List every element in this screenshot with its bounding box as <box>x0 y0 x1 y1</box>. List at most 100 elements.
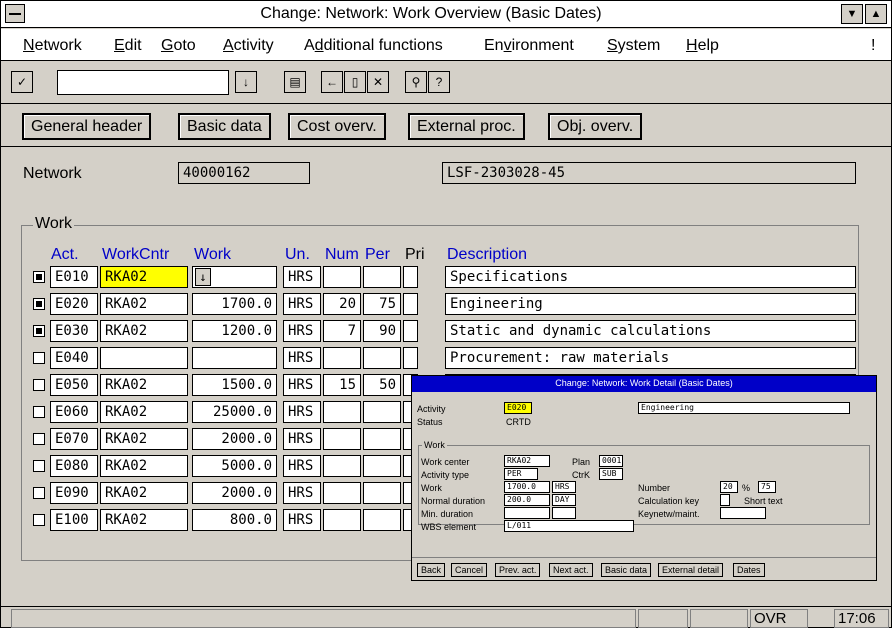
number-cell[interactable]: 20 <box>323 293 361 315</box>
row-select-checkbox[interactable] <box>33 325 45 337</box>
percent-cell[interactable] <box>363 401 401 423</box>
unit-cell[interactable]: HRS <box>283 320 321 342</box>
popup-ctrk-field[interactable]: SUB <box>599 468 623 480</box>
percent-cell[interactable] <box>363 482 401 504</box>
activity-cell[interactable]: E060 <box>50 401 98 423</box>
work-cell[interactable]: 2000.0 <box>192 428 277 450</box>
workcenter-cell[interactable]: RKA02 <box>100 455 188 477</box>
priority-cell[interactable] <box>403 293 418 315</box>
basic-data-button[interactable]: Basic data <box>178 113 271 140</box>
number-cell[interactable] <box>323 428 361 450</box>
popup-back-button[interactable]: Back <box>417 563 446 577</box>
workcenter-cell[interactable]: RKA02 <box>100 482 188 504</box>
description-cell[interactable]: Static and dynamic calculations <box>445 320 856 342</box>
popup-percent-field[interactable]: 75 <box>758 481 776 493</box>
popup-min-duration-field[interactable] <box>504 507 550 519</box>
priority-cell[interactable] <box>403 347 418 369</box>
menu-additional-functions[interactable]: Additional functions <box>304 37 443 55</box>
popup-activity-field[interactable]: E020 <box>504 402 532 414</box>
activity-cell[interactable]: E090 <box>50 482 98 504</box>
description-cell[interactable]: Engineering <box>445 293 856 315</box>
activity-cell[interactable]: E100 <box>50 509 98 531</box>
number-cell[interactable] <box>323 347 361 369</box>
percent-cell[interactable] <box>363 509 401 531</box>
popup-work-center-field[interactable]: RKA02 <box>504 455 550 467</box>
external-proc-button[interactable]: External proc. <box>408 113 525 140</box>
popup-activity-type-field[interactable]: PER <box>504 468 538 480</box>
command-history-dropdown-icon[interactable]: ↓ <box>235 71 257 93</box>
activity-cell[interactable]: E020 <box>50 293 98 315</box>
work-cell[interactable]: 1200.0 <box>192 320 277 342</box>
popup-normal-duration-field[interactable]: 200.0 <box>504 494 550 506</box>
popup-work-unit-field[interactable]: HRS <box>552 481 576 493</box>
popup-cancel-button[interactable]: Cancel <box>451 563 488 577</box>
unit-cell[interactable]: HRS <box>283 374 321 396</box>
possible-entries-dropdown-icon[interactable]: ↓ <box>195 268 211 286</box>
work-cell[interactable]: 25000.0 <box>192 401 277 423</box>
work-cell[interactable]: ↓ <box>192 266 277 288</box>
unit-cell[interactable]: HRS <box>283 428 321 450</box>
activity-cell[interactable]: E010 <box>50 266 98 288</box>
row-select-checkbox[interactable] <box>33 352 45 364</box>
unit-cell[interactable]: HRS <box>283 455 321 477</box>
enter-checkmark-icon[interactable]: ✓ <box>11 71 33 93</box>
work-cell[interactable]: 1700.0 <box>192 293 277 315</box>
unit-cell[interactable]: HRS <box>283 266 321 288</box>
work-cell[interactable]: 1500.0 <box>192 374 277 396</box>
popup-dates-button[interactable]: Dates <box>733 563 765 577</box>
percent-cell[interactable]: 50 <box>363 374 401 396</box>
popup-keynetw-field[interactable] <box>720 507 766 519</box>
work-cell[interactable]: 2000.0 <box>192 482 277 504</box>
unit-cell[interactable]: HRS <box>283 509 321 531</box>
work-cell[interactable]: 5000.0 <box>192 455 277 477</box>
popup-next-act-button[interactable]: Next act. <box>549 563 593 577</box>
description-cell[interactable]: Specifications <box>445 266 856 288</box>
popup-plan-field[interactable]: 0001 <box>599 455 623 467</box>
save-icon[interactable]: ▤ <box>284 71 306 93</box>
work-cell[interactable]: 800.0 <box>192 509 277 531</box>
back-arrow-icon[interactable]: ← <box>321 71 343 93</box>
popup-calculation-key-field[interactable] <box>720 494 730 506</box>
menu-help[interactable]: Help <box>686 37 719 55</box>
number-cell[interactable] <box>323 509 361 531</box>
percent-cell[interactable] <box>363 428 401 450</box>
priority-cell[interactable] <box>403 266 418 288</box>
number-cell[interactable] <box>323 455 361 477</box>
activity-cell[interactable]: E050 <box>50 374 98 396</box>
description-cell[interactable]: Procurement: raw materials <box>445 347 856 369</box>
number-cell[interactable] <box>323 482 361 504</box>
popup-prev-act-button[interactable]: Prev. act. <box>495 563 541 577</box>
popup-min-duration-unit-field[interactable] <box>552 507 576 519</box>
minimize-button[interactable]: ▼ <box>841 4 863 24</box>
popup-basic-data-button[interactable]: Basic data <box>601 563 652 577</box>
general-header-button[interactable]: General header <box>22 113 152 140</box>
row-select-checkbox[interactable] <box>33 460 45 472</box>
cancel-icon[interactable]: ✕ <box>367 71 389 93</box>
menu-goto[interactable]: Goto <box>161 37 196 55</box>
popup-wbs-field[interactable]: L/011 <box>504 520 634 532</box>
percent-cell[interactable]: 75 <box>363 293 401 315</box>
help-icon[interactable]: ? <box>428 71 450 93</box>
menu-system[interactable]: System <box>607 37 660 55</box>
row-select-checkbox[interactable] <box>33 433 45 445</box>
unit-cell[interactable]: HRS <box>283 293 321 315</box>
workcenter-cell[interactable]: RKA02 <box>100 374 188 396</box>
menu-edit[interactable]: Edit <box>114 37 142 55</box>
popup-work-field[interactable]: 1700.0 <box>504 481 550 493</box>
system-menu-button[interactable] <box>5 4 25 23</box>
number-cell[interactable]: 7 <box>323 320 361 342</box>
workcenter-cell[interactable]: RKA02 <box>100 266 188 288</box>
row-select-checkbox[interactable] <box>33 487 45 499</box>
activity-cell[interactable]: E040 <box>50 347 98 369</box>
workcenter-cell[interactable]: RKA02 <box>100 320 188 342</box>
workcenter-cell[interactable]: RKA02 <box>100 293 188 315</box>
percent-cell[interactable] <box>363 347 401 369</box>
percent-cell[interactable] <box>363 266 401 288</box>
menu-environment[interactable]: Environment <box>484 37 574 55</box>
row-select-checkbox[interactable] <box>33 298 45 310</box>
menu-activity[interactable]: Activity <box>223 37 274 55</box>
obj-overview-button[interactable]: Obj. overv. <box>548 113 643 140</box>
workcenter-cell[interactable]: RKA02 <box>100 428 188 450</box>
popup-external-detail-button[interactable]: External detail <box>658 563 724 577</box>
popup-activity-description-field[interactable]: Engineering <box>638 402 850 414</box>
